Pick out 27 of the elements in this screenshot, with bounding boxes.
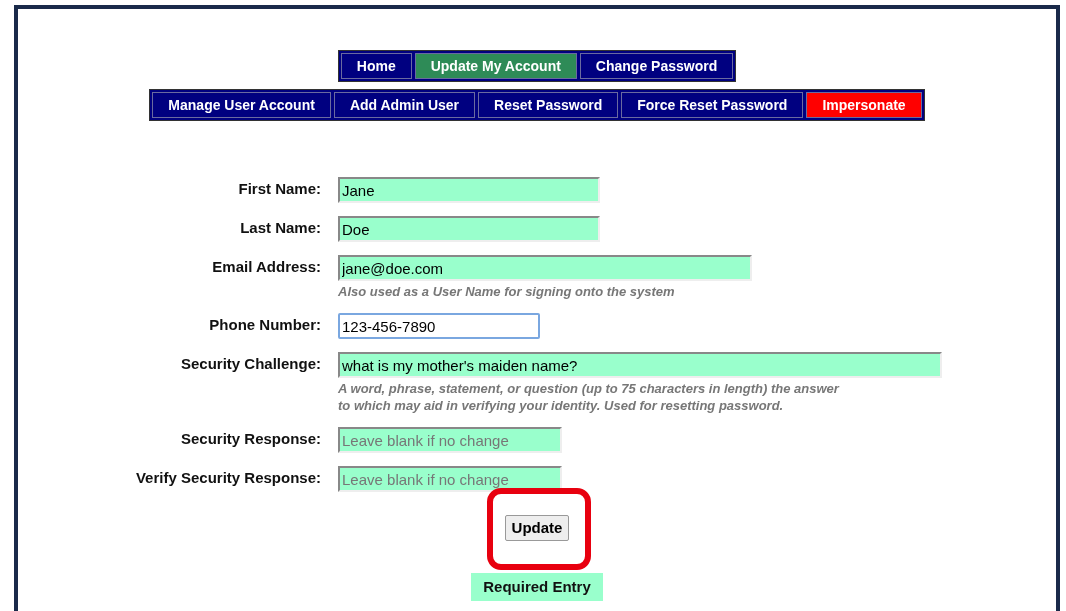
field-label: Security Response: — [179, 429, 321, 449]
nav-tab[interactable]: Add Admin User — [333, 92, 476, 118]
required-legend: Required Entry — [471, 573, 603, 601]
text-field[interactable]: Doe — [338, 216, 600, 242]
field-label: Phone Number: — [208, 315, 321, 335]
text-field[interactable]: Leave blank if no change — [338, 427, 562, 453]
field-label: Last Name: — [239, 218, 321, 238]
field-label: First Name: — [237, 179, 321, 199]
nav-tab[interactable]: Update My Account — [414, 53, 577, 79]
field-hint: to which may aid in verifying your identity. Used for resetting password. — [338, 397, 785, 414]
nav-tab[interactable]: Force Reset Password — [621, 92, 804, 118]
field-label: Verify Security Response: — [134, 468, 321, 488]
update-button[interactable]: Update — [504, 515, 570, 541]
field-hint: A word, phrase, statement, or question (up to 75 characters in length) the answer — [338, 380, 841, 397]
text-field[interactable]: 123-456-7890 — [338, 313, 540, 339]
nav-tab[interactable]: Change Password — [579, 53, 734, 79]
nav-tab[interactable]: Manage User Account — [152, 92, 331, 118]
text-field[interactable]: Jane — [338, 177, 600, 203]
text-field[interactable]: jane@doe.com — [338, 255, 752, 281]
nav-tab[interactable]: Reset Password — [478, 92, 619, 118]
field-label: Email Address: — [211, 257, 321, 277]
field-hint: Also used as a User Name for signing onto the system — [338, 283, 676, 300]
text-field[interactable]: Leave blank if no change — [338, 466, 562, 492]
field-label: Security Challenge: — [179, 354, 321, 374]
nav-tab[interactable]: Impersonate — [806, 92, 922, 118]
nav-tab[interactable]: Home — [340, 53, 412, 79]
text-field[interactable]: what is my mother's maiden name? — [338, 352, 942, 378]
